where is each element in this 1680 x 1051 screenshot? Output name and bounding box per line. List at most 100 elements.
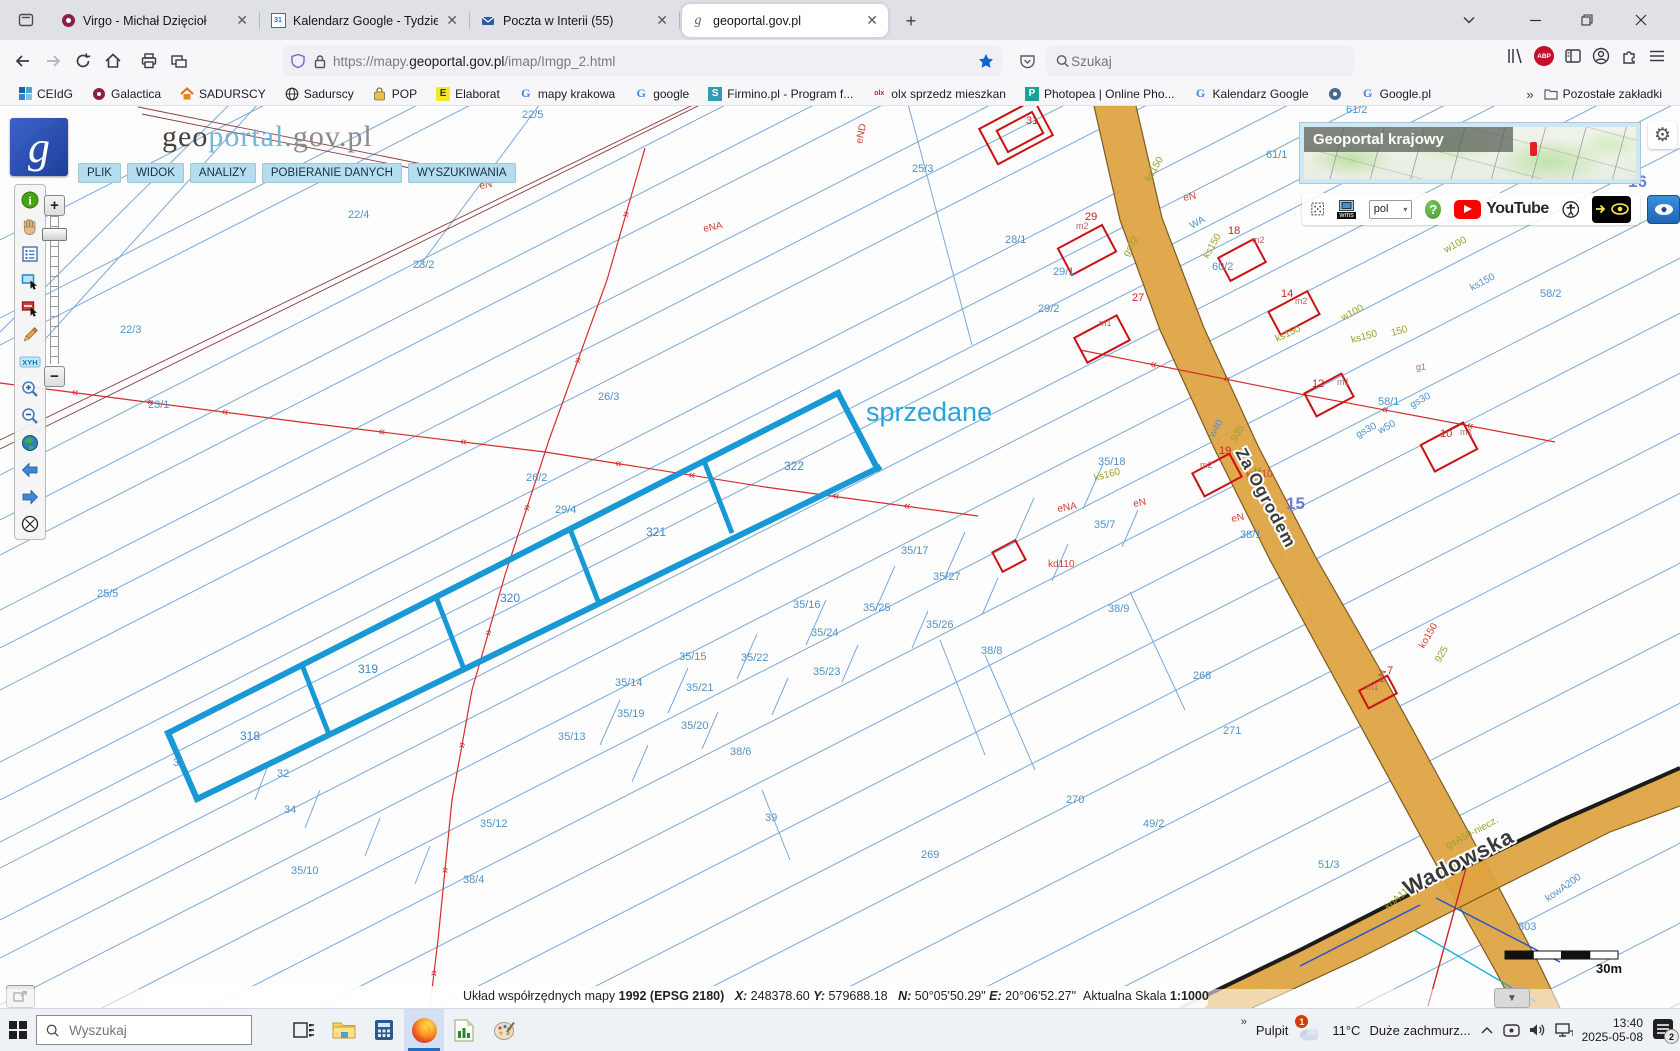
- zoom-slider-handle[interactable]: [42, 228, 67, 241]
- weather-icon[interactable]: 1: [1295, 1015, 1323, 1041]
- bookmarks-overflow-icon[interactable]: »: [1526, 87, 1533, 102]
- library-icon[interactable]: [1506, 47, 1524, 65]
- tracking-shield-icon[interactable]: [290, 53, 306, 69]
- browser-search-box[interactable]: [1046, 46, 1354, 76]
- bookmark-item[interactable]: Ggoogle: [634, 86, 690, 101]
- paint-app-icon[interactable]: [484, 1009, 524, 1051]
- calculator-app-icon[interactable]: [364, 1009, 404, 1051]
- forward-icon[interactable]: [38, 46, 68, 76]
- notification-center-icon[interactable]: 2: [1652, 1018, 1679, 1044]
- menu-hamburger-icon[interactable]: [1648, 47, 1666, 65]
- browser-tab[interactable]: Poczta w Interii (55) ✕: [472, 5, 680, 36]
- zoom-out-tool-icon[interactable]: [19, 405, 41, 427]
- menu-item-pobieranie-danych[interactable]: POBIERANIE DANYCH: [261, 163, 402, 183]
- tab-close-icon[interactable]: ✕: [654, 12, 670, 29]
- taskbar-search-box[interactable]: [36, 1015, 252, 1045]
- account-icon[interactable]: [1592, 47, 1610, 65]
- bookmark-item[interactable]: G Google.pl: [1361, 86, 1431, 101]
- xyh-coordinates-tool-icon[interactable]: XYH: [19, 351, 41, 373]
- visibility-eye-button[interactable]: [1647, 195, 1680, 224]
- back-icon[interactable]: [8, 46, 38, 76]
- bookmark-item[interactable]: olx olx sprzedz mieszkan: [872, 87, 1006, 101]
- new-tab-button[interactable]: +: [898, 8, 924, 34]
- bookmark-item[interactable]: POP: [373, 87, 417, 101]
- taskbar-clock[interactable]: 13:40 2025-05-08: [1582, 1016, 1643, 1044]
- bookmark-star-icon[interactable]: [978, 53, 994, 69]
- legend-tool-icon[interactable]: [19, 243, 41, 265]
- select-rectangle-tool-icon[interactable]: [19, 270, 41, 292]
- weather-desc[interactable]: Duże zachmurz...: [1369, 1023, 1470, 1038]
- highlighted-parcel-outline[interactable]: [163, 388, 843, 738]
- lock-icon[interactable]: [313, 54, 327, 69]
- sidebars-icon[interactable]: [1564, 47, 1582, 65]
- pocket-icon[interactable]: [1012, 46, 1042, 76]
- geoportal-logo[interactable]: g: [10, 118, 68, 176]
- firefox-app-icon[interactable]: [404, 1009, 444, 1051]
- browser-tab[interactable]: 31 Kalendarz Google - Tydzień, w k ✕: [262, 5, 470, 36]
- extensions-puzzle-icon[interactable]: [1620, 47, 1638, 65]
- zoom-slider-plus-button[interactable]: +: [44, 195, 65, 216]
- meet-now-icon[interactable]: [1502, 1023, 1520, 1038]
- bookmark-item[interactable]: SADURSCY: [180, 87, 266, 101]
- map-settings-gear-icon[interactable]: ⚙: [1648, 121, 1677, 149]
- accessibility-icon[interactable]: [1562, 199, 1580, 220]
- tray-expand-icon[interactable]: [1480, 1025, 1494, 1035]
- next-view-arrow-icon[interactable]: [19, 486, 41, 508]
- screenshot-icon[interactable]: [164, 46, 194, 76]
- full-extent-globe-icon[interactable]: [19, 432, 41, 454]
- zoom-in-tool-icon[interactable]: [19, 378, 41, 400]
- layers-grid-icon[interactable]: [1311, 201, 1325, 217]
- wms-button[interactable]: wms: [1337, 199, 1356, 219]
- home-icon[interactable]: [98, 46, 128, 76]
- network-icon[interactable]: [1554, 1023, 1573, 1037]
- menu-item-analizy[interactable]: ANALIZY: [189, 163, 256, 183]
- print-icon[interactable]: [134, 46, 164, 76]
- pan-hand-tool-icon[interactable]: [19, 216, 41, 238]
- bookmark-item[interactable]: G Kalendarz Google: [1194, 86, 1309, 101]
- overview-minimap[interactable]: Geoportal krajowy: [1299, 122, 1641, 184]
- file-explorer-icon[interactable]: [324, 1009, 364, 1051]
- youtube-link[interactable]: YouTube: [1454, 199, 1549, 219]
- deselect-rectangle-tool-icon[interactable]: [19, 297, 41, 319]
- taskbar-overflow-chevron[interactable]: »: [1241, 1016, 1247, 1028]
- start-button[interactable]: [0, 1009, 36, 1051]
- language-select[interactable]: pol ▾: [1368, 199, 1413, 219]
- browser-tab[interactable]: Virgo - Michał Dzięcioł ✕: [52, 5, 260, 36]
- tab-manager-icon[interactable]: [12, 7, 40, 33]
- list-all-tabs-icon[interactable]: [1446, 0, 1492, 40]
- bookmark-item[interactable]: Sadurscy: [285, 87, 354, 101]
- clear-selection-icon[interactable]: [19, 513, 41, 535]
- highlighted-parcel-outline[interactable]: [192, 463, 883, 804]
- zoom-slider-minus-button[interactable]: −: [44, 366, 65, 387]
- bookmark-item[interactable]: Galactica: [92, 87, 161, 101]
- browser-tab-active[interactable]: g geoportal.gov.pl ✕: [682, 4, 888, 37]
- bookmark-item[interactable]: P Photopea | Online Pho...: [1024, 86, 1175, 101]
- bookmark-item[interactable]: Gmapy krakowa: [519, 86, 615, 101]
- window-close-button[interactable]: [1618, 0, 1664, 40]
- weather-temp[interactable]: 11°C: [1332, 1023, 1360, 1038]
- help-button[interactable]: ?: [1425, 199, 1442, 219]
- bookmark-item[interactable]: CEIdG: [18, 87, 73, 101]
- tab-close-icon[interactable]: ✕: [234, 12, 250, 29]
- bookmark-item[interactable]: E Elaborat: [436, 86, 500, 101]
- adblock-plus-icon[interactable]: ABP: [1534, 46, 1554, 66]
- map-panel-collapse-icon[interactable]: ▼: [1494, 988, 1530, 1008]
- tab-close-icon[interactable]: ✕: [444, 12, 460, 29]
- desktop-label[interactable]: Pulpit: [1256, 1023, 1289, 1038]
- url-bar[interactable]: https://mapy.geoportal.gov.pl/imap/Imgp_…: [282, 46, 1002, 76]
- menu-item-wyszukiwania[interactable]: WYSZUKIWANIA: [407, 163, 516, 183]
- previous-view-arrow-icon[interactable]: [19, 459, 41, 481]
- reload-icon[interactable]: [68, 46, 98, 76]
- libreoffice-calc-icon[interactable]: [444, 1009, 484, 1051]
- volume-icon[interactable]: [1529, 1023, 1546, 1037]
- task-view-icon[interactable]: [284, 1009, 324, 1051]
- info-tool-icon[interactable]: i: [19, 189, 41, 211]
- tab-close-icon[interactable]: ✕: [864, 12, 880, 29]
- bookmark-item[interactable]: S Firmino.pl - Program f...: [708, 86, 853, 101]
- window-minimize-button[interactable]: [1512, 0, 1558, 40]
- window-restore-button[interactable]: [1564, 0, 1610, 40]
- menu-item-plik[interactable]: PLIK: [78, 163, 121, 183]
- bookmarks-folder[interactable]: Pozostałe zakładki: [1544, 87, 1662, 101]
- search-input[interactable]: [1069, 52, 1344, 70]
- draw-pencil-tool-icon[interactable]: [19, 324, 41, 346]
